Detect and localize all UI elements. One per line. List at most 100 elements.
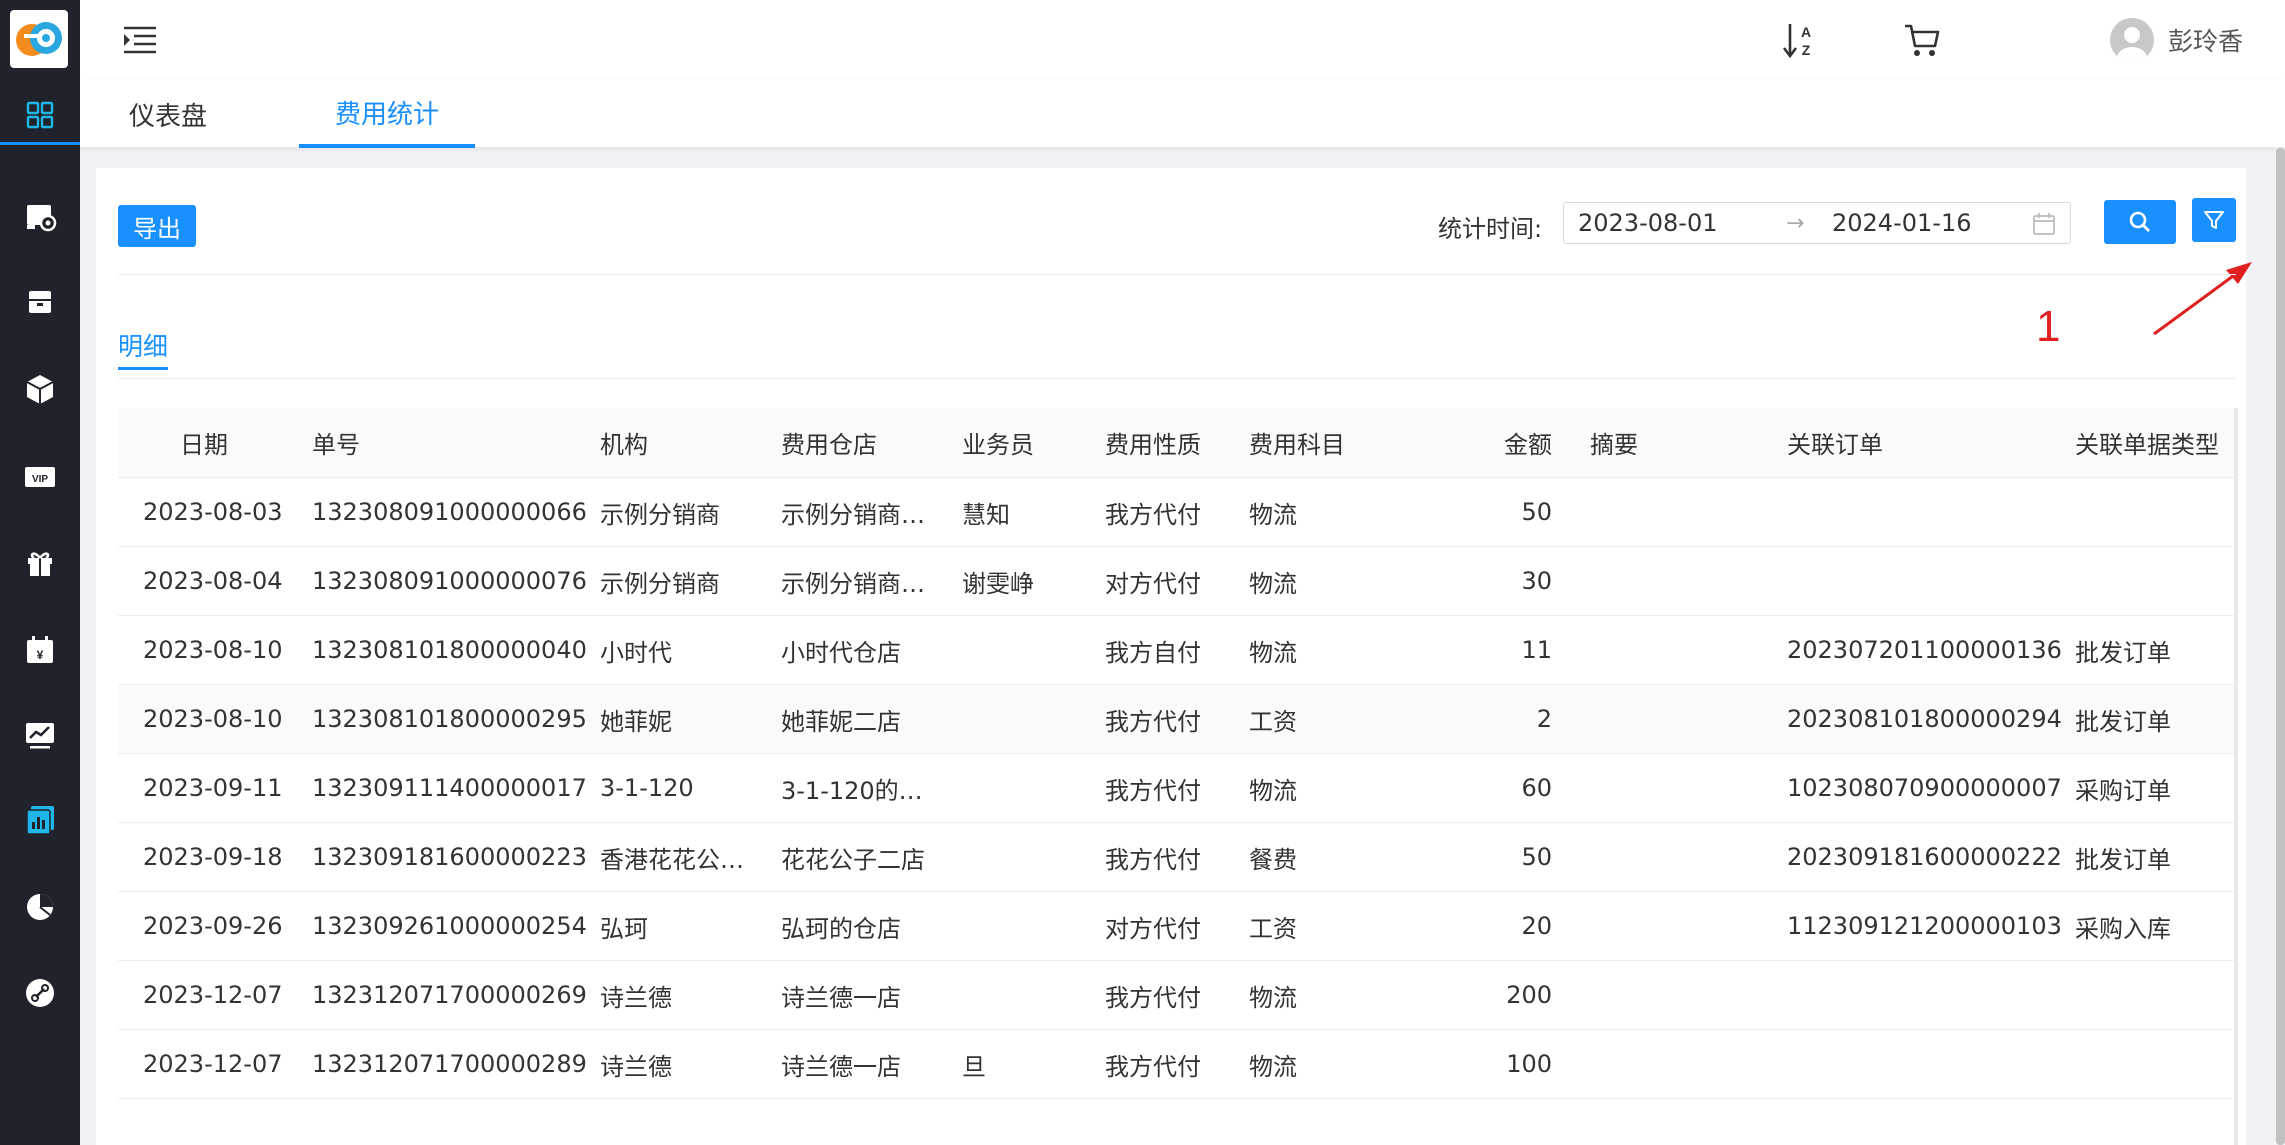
search-button[interactable]: [2104, 200, 2176, 244]
table-row[interactable]: 2023-09-11 132309111400000017 3-1-120 3-1-1…: [118, 754, 2236, 823]
report-chart-icon[interactable]: [20, 800, 60, 840]
table-row[interactable]: 2023-12-07 132312071700000289 诗兰德 诗兰德一店 旦 我方代…: [118, 1030, 2236, 1099]
cell-doc-type: 采购订单: [2075, 776, 2171, 805]
cell-org: 示例分销商: [600, 569, 720, 598]
cell-org: 香港花花公…: [600, 845, 744, 874]
cell-amount: 11: [1521, 636, 1552, 664]
table-row[interactable]: 2023-08-10 132308101800000295 她菲妮 她菲妮二店 我方代付…: [118, 685, 2236, 754]
cell-number: 132308101800000295: [312, 705, 587, 733]
link-icon[interactable]: [20, 973, 60, 1013]
svg-text:Z: Z: [1802, 42, 1811, 58]
col-number-header[interactable]: 单号: [312, 408, 360, 477]
cell-nature: 对方代付: [1105, 569, 1201, 598]
cell-warehouse: 弘珂的仓店: [781, 914, 901, 943]
cell-nature: 对方代付: [1105, 914, 1201, 943]
main-card: 导出 统计时间: 2023-08-01 → 2024-01-16 1 明细 日期…: [96, 168, 2252, 1145]
col-related-order-header[interactable]: 关联订单: [1787, 408, 1883, 477]
table-row[interactable]: 2023-08-10 132308101800000040 小时代 小时代仓店 我方自付…: [118, 616, 2236, 685]
cell-date: 2023-08-10: [143, 705, 283, 733]
cell-number: 132312071700000269: [312, 981, 587, 1009]
tab-detail[interactable]: 明细: [118, 328, 169, 370]
cell-nature: 我方代付: [1105, 983, 1201, 1012]
table-row[interactable]: 2023-12-07 132312071700000269 诗兰德 诗兰德一店 我方代付…: [118, 961, 2236, 1030]
col-salesman-header[interactable]: 业务员: [962, 408, 1034, 477]
cell-date: 2023-09-18: [143, 843, 283, 871]
range-separator: →: [1786, 210, 1805, 236]
export-button[interactable]: 导出: [118, 205, 196, 247]
cell-subject: 物流: [1249, 500, 1297, 529]
cell-nature: 我方代付: [1105, 500, 1201, 529]
cell-doc-type: 批发订单: [2075, 845, 2171, 874]
table-row[interactable]: 2023-08-04 132308091000000076 示例分销商 示例分销商… 谢…: [118, 547, 2236, 616]
calendar-icon[interactable]: [2031, 211, 2057, 237]
cell-amount: 100: [1506, 1050, 1552, 1078]
filter-button[interactable]: [2192, 198, 2236, 242]
table-row[interactable]: 2023-09-18 132309181600000223 香港花花公… 花花公子二店…: [118, 823, 2236, 892]
sidebar-active-indicator: [0, 142, 80, 145]
col-doc-type-header[interactable]: 关联单据类型: [2075, 408, 2219, 477]
cell-subject: 物流: [1249, 776, 1297, 805]
search-icon: [2129, 211, 2150, 232]
cart-icon[interactable]: [1900, 18, 1944, 62]
page-tabs: 仪表盘 费用统计: [80, 80, 2285, 148]
tab-dashboard[interactable]: 仪表盘: [129, 80, 207, 148]
svg-text:¥: ¥: [37, 648, 44, 662]
avatar: [2110, 18, 2154, 62]
cell-subject: 工资: [1249, 914, 1297, 943]
cell-date: 2023-12-07: [143, 1050, 283, 1078]
col-org-header[interactable]: 机构: [600, 408, 648, 477]
col-warehouse-header[interactable]: 费用仓店: [781, 408, 877, 477]
cell-org: 她菲妮: [600, 707, 672, 736]
calendar-yen-icon[interactable]: ¥: [20, 630, 60, 670]
cell-salesman: 谢雯峥: [962, 569, 1034, 598]
table-row[interactable]: 2023-08-03 132308091000000066 示例分销商 示例分销商… 慧…: [118, 478, 2236, 547]
cell-date: 2023-09-11: [143, 774, 283, 802]
cell-subject: 物流: [1249, 638, 1297, 667]
cell-amount: 50: [1521, 498, 1552, 526]
cell-warehouse: 示例分销商…: [781, 500, 925, 529]
menu-collapse-icon[interactable]: [120, 20, 160, 60]
top-header: AZ 彭玲香: [80, 0, 2285, 80]
tab-expense-stats[interactable]: 费用统计: [299, 80, 476, 148]
pie-chart-icon[interactable]: [20, 887, 60, 927]
date-range-picker[interactable]: 2023-08-01 → 2024-01-16: [1563, 202, 2071, 244]
col-date-header[interactable]: 日期: [180, 408, 228, 477]
cell-date: 2023-12-07: [143, 981, 283, 1009]
cell-doc-type: 批发订单: [2075, 707, 2171, 736]
table-header: 日期 单号 机构 费用仓店 业务员 费用性质 费用科目 金额 摘要 关联订单 关…: [118, 408, 2236, 478]
cell-amount: 30: [1521, 567, 1552, 595]
stat-time-label: 统计时间:: [1438, 214, 1543, 243]
col-nature-header[interactable]: 费用性质: [1105, 408, 1201, 477]
cell-related-order: 102308070900000007: [1787, 774, 2062, 802]
svg-text:VIP: VIP: [32, 474, 48, 485]
cell-amount: 50: [1521, 843, 1552, 871]
cell-org: 3-1-120: [600, 774, 694, 802]
user-menu[interactable]: 彭玲香: [2110, 17, 2243, 63]
cell-warehouse: 花花公子二店: [781, 845, 925, 874]
cell-warehouse: 她菲妮二店: [781, 707, 901, 736]
date-end-input[interactable]: 2024-01-16: [1832, 203, 1971, 243]
cell-doc-type: 批发订单: [2075, 638, 2171, 667]
cell-warehouse: 3-1-120的…: [781, 776, 923, 805]
table-row[interactable]: 2023-09-26 132309261000000254 弘珂 弘珂的仓店 对方代付 工…: [118, 892, 2236, 961]
gift-icon[interactable]: [20, 543, 60, 583]
cell-doc-type: 采购入库: [2075, 914, 2171, 943]
col-amount-header[interactable]: 金额: [1468, 408, 1552, 477]
page-scrollbar[interactable]: [2276, 148, 2285, 1145]
sort-az-icon[interactable]: AZ: [1778, 18, 1822, 62]
dashboard-icon[interactable]: [20, 95, 60, 135]
cell-salesman: 旦: [962, 1052, 986, 1081]
cell-subject: 工资: [1249, 707, 1297, 736]
cell-number: 132308101800000040: [312, 636, 587, 664]
archive-box-icon[interactable]: [20, 282, 60, 322]
cell-org: 诗兰德: [600, 1052, 672, 1081]
cell-warehouse: 示例分销商…: [781, 569, 925, 598]
col-summary-header[interactable]: 摘要: [1590, 408, 1638, 477]
package-cube-icon[interactable]: [20, 369, 60, 409]
date-start-input[interactable]: 2023-08-01: [1578, 203, 1717, 243]
col-subject-header[interactable]: 费用科目: [1249, 408, 1345, 477]
vip-card-icon[interactable]: VIP: [20, 457, 60, 497]
trend-chart-icon[interactable]: [20, 715, 60, 755]
cell-nature: 我方代付: [1105, 707, 1201, 736]
settings-monitor-icon[interactable]: [20, 197, 60, 237]
